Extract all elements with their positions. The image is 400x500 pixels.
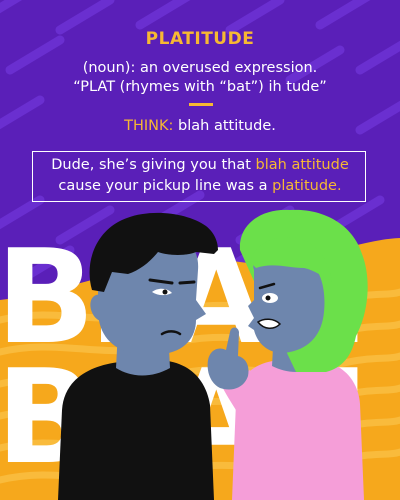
woman-pupil <box>265 295 271 301</box>
man-eyebrow <box>178 280 196 285</box>
example-sentence: Dude, she’s giving you that blah attitud… <box>0 155 400 197</box>
pronunciation-text: “PLAT (rhymes with “bat”) ih tude” <box>73 79 327 95</box>
divider <box>189 103 213 106</box>
definition-text: (noun): an overused expression. <box>82 60 318 76</box>
example-line: Dude, she’s giving you that blah attitud… <box>0 155 400 176</box>
man-figure <box>58 212 218 500</box>
highlighted-phrase: blah attitude <box>255 157 349 173</box>
example-text: Dude, she’s giving you that <box>51 157 256 173</box>
man-pupil <box>162 289 168 295</box>
definition-block: (noun): an overused expression. “PLAT (r… <box>0 59 400 97</box>
mnemonic-line: THINK: blah attitude. <box>0 118 400 134</box>
vocabulary-card: BLAH BLAH <box>0 0 400 500</box>
example-line: cause your pickup line was a platitude. <box>0 176 400 197</box>
woman-figure <box>207 209 368 500</box>
mnemonic-phrase: blah attitude. <box>178 118 276 134</box>
man-torso <box>58 360 214 500</box>
vocabulary-word: PLATITUDE <box>145 29 255 49</box>
woman-hand-pointing <box>207 327 249 390</box>
think-label: THINK: <box>124 118 174 134</box>
example-text: cause your pickup line was a <box>58 178 273 194</box>
highlighted-word: platitude. <box>272 178 342 194</box>
